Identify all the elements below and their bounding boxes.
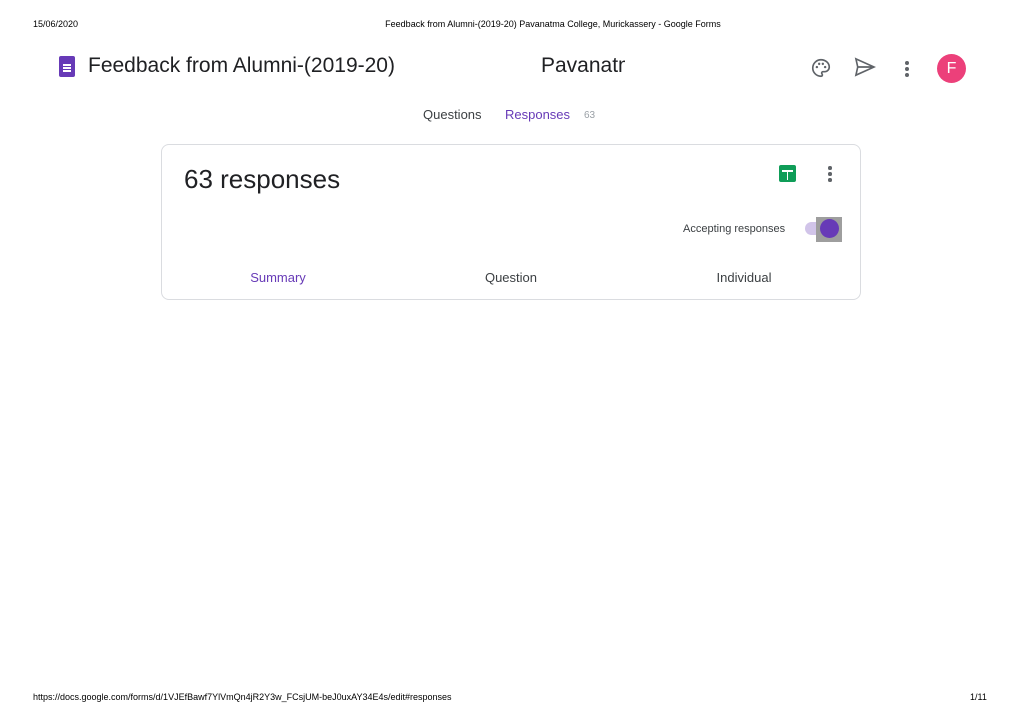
responses-title: 63 responses: [184, 164, 341, 194]
tab-responses[interactable]: Responses: [505, 107, 570, 122]
print-title: Feedback from Alumni-(2019-20) Pavanatma…: [385, 19, 721, 29]
subtab-question[interactable]: Question: [441, 270, 581, 285]
more-vert-icon[interactable]: [905, 61, 909, 77]
subtab-individual[interactable]: Individual: [674, 270, 814, 285]
responses-count-badge: 63: [584, 110, 596, 121]
tab-questions[interactable]: Questions: [423, 107, 482, 122]
subtab-summary[interactable]: Summary: [208, 270, 348, 285]
palette-icon[interactable]: [810, 57, 832, 79]
avatar[interactable]: F: [937, 54, 966, 83]
sheets-icon[interactable]: [779, 165, 796, 182]
card-more-icon[interactable]: [828, 166, 832, 182]
send-icon[interactable]: [854, 57, 876, 77]
forms-icon[interactable]: [59, 56, 75, 77]
print-page: 1/11: [970, 692, 987, 702]
accepting-label: Accepting responses: [683, 223, 786, 235]
toggle-thumb[interactable]: [820, 219, 839, 238]
print-url: https://docs.google.com/forms/d/1VJEfBaw…: [33, 692, 452, 702]
form-title[interactable]: Feedback from Alumni-(2019-20): [88, 54, 395, 78]
form-title-overflow[interactable]: Pavanatma: [541, 54, 625, 78]
